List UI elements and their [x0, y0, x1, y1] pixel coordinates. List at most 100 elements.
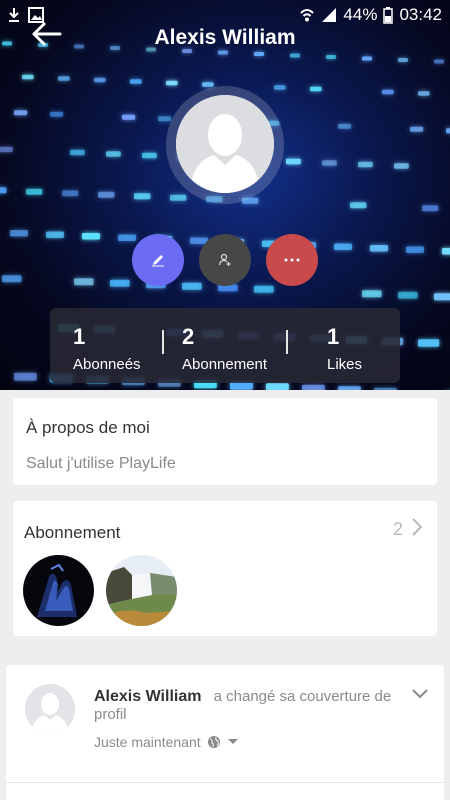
keyboard-key-light [442, 248, 450, 255]
keyboard-key-light [418, 339, 440, 347]
keyboard-key-light [398, 58, 408, 62]
more-horizontal-icon [284, 258, 300, 262]
keyboard-key-light [14, 372, 37, 381]
about-title: À propos de moi [26, 418, 150, 437]
stat-value: 1 [73, 324, 86, 349]
stat-divider [162, 330, 164, 354]
keyboard-key-light [422, 205, 439, 212]
about-text: Salut j'utilise PlayLife [26, 455, 176, 472]
more-options-button[interactable] [266, 234, 318, 286]
keyboard-key-light [122, 114, 136, 120]
keyboard-key-light [350, 202, 367, 209]
keyboard-key-light [134, 193, 151, 200]
following-avatar[interactable] [106, 555, 177, 626]
keyboard-key-light [166, 80, 178, 86]
top-app-bar: Alexis William [0, 20, 450, 56]
keyboard-key-light [406, 246, 424, 253]
keyboard-key-light [98, 191, 115, 198]
profile-cover: 44% 03:42 Alexis William 1 Abonneés 2 Ab… [0, 0, 450, 390]
stat-following[interactable]: 2 Abonnement [182, 324, 267, 373]
keyboard-key-light [106, 151, 121, 157]
profile-stats: 1 Abonneés 2 Abonnement 1 Likes [50, 308, 400, 383]
keyboard-key-light [158, 116, 172, 122]
keyboard-key-light [50, 111, 64, 117]
following-title: Abonnement [24, 523, 121, 542]
keyboard-key-light [14, 110, 28, 116]
keyboard-key-light [182, 282, 202, 290]
keyboard-key-light [398, 291, 418, 299]
keyboard-key-light [62, 190, 79, 197]
keyboard-key-light [170, 194, 187, 201]
keyboard-key-light [266, 383, 289, 390]
post-author-avatar[interactable] [25, 684, 75, 734]
keyboard-key-light [362, 56, 372, 61]
keyboard-key-light [202, 82, 214, 87]
keyboard-key-light [110, 279, 130, 287]
post-timestamp: Juste maintenant [94, 734, 201, 750]
keyboard-key-light [302, 384, 325, 390]
globe-icon [207, 736, 220, 748]
keyboard-key-light [274, 85, 286, 90]
keyboard-key-light [230, 381, 253, 390]
stat-label: Abonnement [182, 356, 268, 373]
keyboard-key-light [310, 86, 322, 92]
stat-value: 2 [182, 324, 195, 349]
keyboard-key-light [334, 243, 352, 250]
hands-photo-thumbnail [23, 555, 94, 626]
caret-down-icon[interactable] [227, 738, 239, 746]
keyboard-key-light [362, 290, 382, 298]
keyboard-key-light [58, 76, 70, 81]
keyboard-key-light [338, 123, 352, 129]
stat-label: Abonneés [73, 356, 141, 373]
keyboard-key-light [142, 152, 157, 159]
post-author-name[interactable]: Alexis William [94, 688, 201, 705]
following-card[interactable]: Abonnement 2 [13, 501, 437, 636]
keyboard-key-light [94, 77, 106, 83]
keyboard-key-light [418, 91, 430, 96]
keyboard-key-light [394, 163, 409, 169]
feed-post-card: Alexis William a changé sa couverture de… [6, 665, 444, 800]
keyboard-key-light [434, 59, 444, 64]
keyboard-key-light [374, 387, 397, 390]
keyboard-key-light [254, 285, 274, 293]
chevron-down-icon[interactable] [412, 689, 428, 699]
stat-followers[interactable]: 1 Abonneés [73, 324, 141, 373]
keyboard-key-light [0, 146, 13, 153]
waterfall-photo-thumbnail [106, 555, 177, 626]
keyboard-key-light [286, 158, 301, 165]
stat-divider [286, 330, 288, 354]
default-avatar-icon [25, 684, 75, 734]
chevron-right-icon[interactable] [411, 517, 423, 537]
keyboard-key-light [370, 245, 388, 252]
edit-profile-button[interactable] [132, 234, 184, 286]
keyboard-key-light [118, 234, 136, 241]
pencil-icon [152, 255, 164, 267]
keyboard-key-light [0, 187, 7, 194]
following-avatar[interactable] [23, 555, 94, 626]
keyboard-key-light [130, 79, 142, 84]
stat-value: 1 [327, 324, 340, 349]
keyboard-key-light [46, 231, 64, 238]
keyboard-key-light [446, 128, 450, 134]
default-avatar-icon [176, 95, 274, 193]
keyboard-key-light [70, 149, 85, 156]
keyboard-key-light [382, 89, 394, 95]
follow-user-button[interactable] [199, 234, 251, 286]
keyboard-key-light [26, 188, 43, 195]
keyboard-key-light [338, 386, 361, 390]
post-meta: Juste maintenant [94, 734, 239, 750]
page-title: Alexis William [154, 26, 296, 49]
post-headline: Alexis William a changé sa couverture de… [94, 688, 394, 724]
keyboard-key-light [358, 161, 373, 168]
keyboard-key-light [82, 233, 100, 240]
keyboard-key-light [434, 293, 450, 301]
stat-likes[interactable]: 1 Likes [327, 324, 362, 373]
keyboard-key-light [322, 160, 337, 166]
keyboard-key-light [410, 126, 424, 132]
profile-avatar[interactable] [176, 95, 274, 193]
following-count: 2 [392, 519, 403, 539]
keyboard-key-light [2, 275, 22, 283]
keyboard-key-light [10, 230, 28, 237]
about-card: À propos de moi Salut j'utilise PlayLife [13, 398, 437, 485]
stat-label: Likes [327, 356, 363, 373]
